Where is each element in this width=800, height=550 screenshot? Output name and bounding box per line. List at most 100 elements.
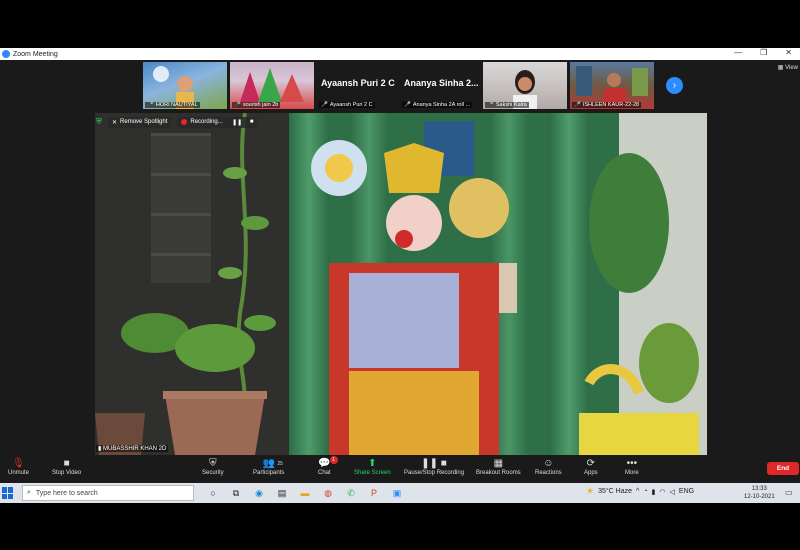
taskbar-apps: ○ ⧉ ◉ ▤ ▬ ◍ ✆ P ▣ — [206, 486, 404, 500]
chat-button[interactable]: 💬 1 Chat — [318, 456, 338, 476]
end-meeting-button[interactable]: End — [767, 462, 799, 475]
more-label: More — [625, 470, 639, 476]
search-icon: ⌕ — [27, 489, 31, 496]
letterbox-bottom — [0, 503, 800, 550]
system-tray: ☀ 35°C Haze ^ ◔ ▮ ◠ ◁ ENG — [586, 486, 694, 497]
reactions-label: Reactions — [535, 470, 562, 476]
participant-name: 🎤 sourish jain 2b — [232, 102, 281, 108]
powerpoint-icon[interactable]: P — [367, 486, 381, 500]
more-button[interactable]: ••• More — [625, 457, 639, 476]
more-dots-icon: ••• — [626, 458, 638, 469]
video-participant-name: ▮ MUBASSHIR KHAN 2D — [96, 445, 169, 452]
video-camera-icon: ■ — [63, 458, 70, 469]
unmute-button[interactable]: 🎙 Unmute — [8, 457, 29, 476]
participant-video-secondary — [95, 113, 289, 455]
shield-icon: ⛨ — [209, 458, 217, 469]
taskbar-clock[interactable]: 13:33 12-10-2021 — [744, 485, 775, 501]
zoom-logo-icon — [2, 50, 10, 58]
whatsapp-icon[interactable]: ✆ — [344, 486, 358, 500]
participants-button[interactable]: 👥 25 Participants — [253, 457, 284, 476]
participant-name: 🎤 Sakshi Kalra — [485, 102, 529, 108]
muted-mic-icon: 🎤 — [574, 102, 581, 108]
stop-video-button[interactable]: ■ Stop Video — [52, 457, 81, 476]
breakout-rooms-button[interactable]: ▦ Breakout Rooms — [476, 457, 521, 476]
recording-label: Pause/Stop Recording — [404, 470, 465, 476]
chat-icon: 💬 1 — [318, 456, 338, 470]
apps-button[interactable]: ⟳ Apps — [584, 457, 598, 476]
edge-icon[interactable]: ◉ — [252, 486, 266, 500]
share-screen-icon: ⬆ — [368, 458, 377, 469]
window-title: Zoom Meeting — [13, 50, 58, 58]
pause-stop-icon: ❚❚ ■ — [421, 458, 447, 469]
maximize-button[interactable]: ❐ — [760, 48, 767, 57]
video-scene-garden — [95, 113, 289, 455]
volume-icon[interactable]: ◁ — [670, 488, 675, 496]
cortana-icon[interactable]: ○ — [206, 486, 220, 500]
chevron-up-icon[interactable]: ^ — [636, 488, 639, 495]
network-icon[interactable]: ◔ — [643, 488, 647, 495]
zoom-icon[interactable]: ▣ — [390, 486, 404, 500]
participant-tile[interactable]: 🎤 ISHLEEN KAUR-22-28 — [570, 62, 654, 109]
participant-tile[interactable]: Ananya Sinha 2... 🎤 Ananya Sinha 2A roll … — [400, 62, 480, 109]
next-page-button[interactable]: › — [666, 77, 683, 94]
reactions-button[interactable]: ☺ Reactions — [535, 457, 562, 476]
chevron-right-icon: › — [672, 80, 677, 91]
muted-mic-icon: 🎤 — [404, 102, 411, 108]
participant-name: 🎤 Ananya Sinha 2A roll ... — [402, 102, 473, 108]
task-view-icon[interactable]: ⧉ — [229, 486, 243, 500]
battery-icon[interactable]: ▮ — [652, 488, 656, 496]
security-button[interactable]: ⛨ Security — [202, 457, 224, 476]
muted-mic-icon: 🎤 — [147, 102, 154, 108]
store-icon[interactable]: ▤ — [275, 486, 289, 500]
participant-name: 🎤 ISHLEEN KAUR-22-28 — [572, 102, 642, 108]
remove-spotlight-button[interactable]: ✕ Remove Spotlight — [108, 116, 172, 128]
spotlight-toolbar: ⛨ ✕ Remove Spotlight Recording... ❚❚ ■ — [96, 114, 258, 130]
participant-big-name: Ananya Sinha 2... — [404, 78, 479, 88]
security-label: Security — [202, 470, 224, 476]
wifi-icon[interactable]: ◠ — [659, 488, 665, 496]
participant-name: 🎤 Ayaansh Puri 2 C — [319, 102, 375, 108]
video-scene-performer — [289, 113, 707, 455]
clock-date: 12-10-2021 — [744, 494, 775, 500]
meeting-toolbar: 🎙 Unmute ■ Stop Video ⛨ Security 👥 25 Par… — [0, 455, 800, 483]
language-indicator[interactable]: ENG — [679, 488, 694, 495]
pause-stop-recording-button[interactable]: ❚❚ ■ Pause/Stop Recording — [404, 457, 464, 476]
windows-taskbar: ⌕ Type here to search ○ ⧉ ◉ ▤ ▬ ◍ ✆ P ▣ … — [0, 483, 800, 503]
chat-label: Chat — [318, 470, 331, 476]
windows-start-icon[interactable] — [2, 487, 14, 499]
letterbox-top — [0, 0, 800, 48]
participant-tile[interactable]: 🎤 HORI NAUTIYAL — [143, 62, 227, 109]
search-placeholder: Type here to search — [35, 489, 98, 497]
stop-icon[interactable]: ■ — [250, 119, 254, 125]
share-screen-button[interactable]: ⬆ Share Screen — [354, 457, 391, 476]
signal-icon: ▮ — [98, 446, 102, 452]
recording-indicator[interactable]: Recording... ❚❚ ■ — [177, 116, 258, 128]
minimize-button[interactable]: — — [734, 48, 742, 57]
taskbar-search-input[interactable]: ⌕ Type here to search — [22, 485, 194, 501]
close-button[interactable]: ✕ — [785, 48, 792, 57]
smiley-icon: ☺ — [543, 458, 554, 469]
muted-mic-icon: 🎤 — [234, 102, 241, 108]
chrome-icon[interactable]: ◍ — [321, 486, 335, 500]
breakout-label: Breakout Rooms — [476, 470, 521, 476]
apps-icon: ⟳ — [586, 458, 596, 469]
participant-tile[interactable]: Ayaansh Puri 2 C 🎤 Ayaansh Puri 2 C — [317, 62, 397, 109]
shield-icon: ⛨ — [96, 117, 102, 126]
window-titlebar: Zoom Meeting — ❐ ✕ — [0, 48, 800, 60]
participant-tile[interactable]: 🎤 Sakshi Kalra — [483, 62, 567, 109]
apps-label: Apps — [584, 470, 598, 476]
clock-time: 13:33 — [751, 486, 767, 492]
stop-video-label: Stop Video — [52, 470, 82, 476]
notification-icon[interactable]: ▭ — [785, 488, 793, 497]
muted-mic-icon: 🎤 — [487, 102, 494, 108]
view-label: View — [785, 65, 798, 71]
pin-icon: ✕ — [112, 119, 118, 126]
file-explorer-icon[interactable]: ▬ — [298, 486, 312, 500]
share-screen-label: Share Screen — [354, 470, 391, 476]
record-dot-icon — [181, 119, 188, 125]
weather-text[interactable]: 35°C Haze — [598, 488, 632, 495]
participant-tile[interactable]: 🎤 sourish jain 2b — [230, 62, 314, 109]
participants-icon: 👥 25 — [262, 458, 283, 469]
view-button[interactable]: ▦ View — [778, 64, 798, 71]
pause-icon[interactable]: ❚❚ — [232, 119, 242, 126]
